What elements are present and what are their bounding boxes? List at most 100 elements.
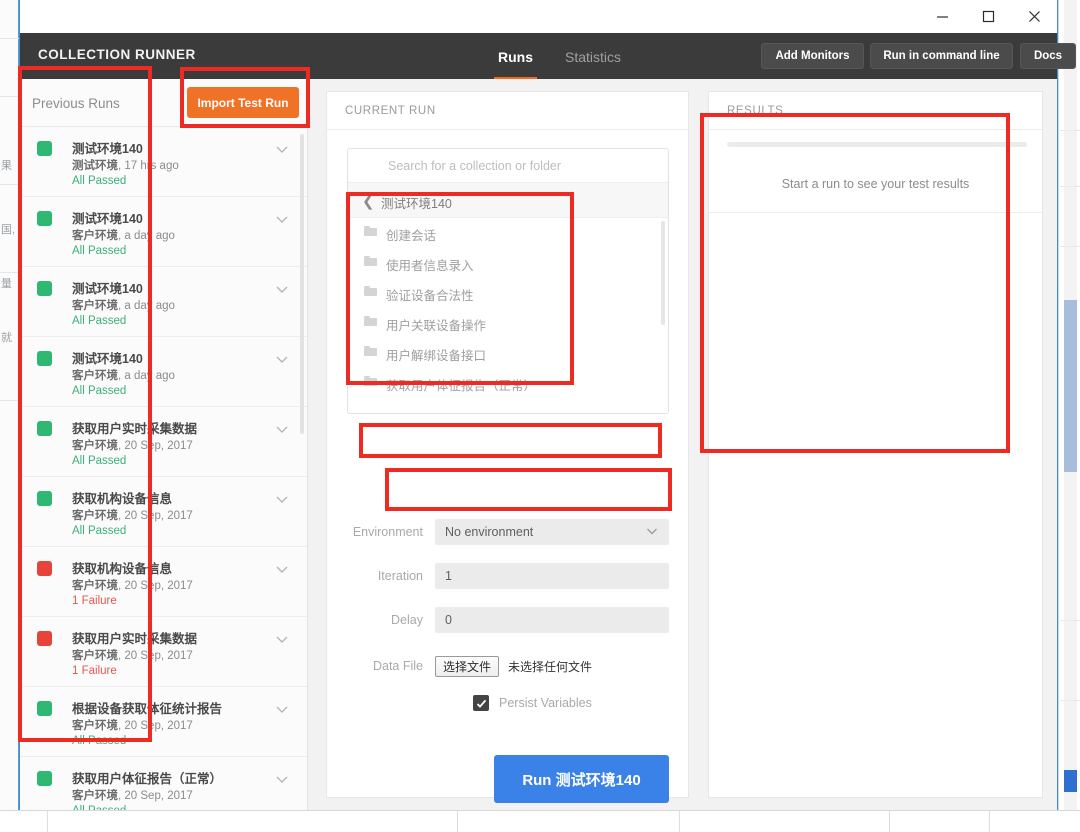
run-meta: 客户环境, a day ago [72, 367, 175, 383]
list-item[interactable]: 测试环境140客户环境, a day agoAll Passed [20, 267, 308, 337]
list-item[interactable]: 获取用户实时采集数据客户环境, 20 Sep, 2017All Passed [20, 407, 308, 477]
previous-runs-list[interactable]: 测试环境140测试环境, 17 hrs agoAll Passed测试环境140… [20, 127, 308, 810]
list-item[interactable]: 测试环境140客户环境, a day agoAll Passed [20, 197, 308, 267]
chevron-down-icon[interactable] [274, 281, 290, 302]
run-name: 测试环境140 [72, 138, 143, 157]
list-item[interactable]: 测试环境140测试环境, 17 hrs agoAll Passed [20, 127, 308, 197]
chevron-down-icon[interactable] [274, 771, 290, 792]
folder-row[interactable]: 创建会话 [348, 218, 668, 248]
search-input[interactable] [348, 149, 668, 183]
run-environment: 客户环境 [72, 790, 118, 802]
tab-runs[interactable]: Runs [498, 49, 533, 65]
folder-icon [364, 256, 377, 266]
run-status: All Passed [72, 735, 126, 747]
run-meta: 客户环境, 20 Sep, 2017 [72, 717, 193, 733]
run-status: All Passed [72, 315, 126, 327]
list-item[interactable]: 获取机构设备信息客户环境, 20 Sep, 20171 Failure [20, 547, 308, 617]
status-badge-pass [37, 211, 52, 226]
choose-file-button[interactable]: 选择文件 [435, 656, 499, 677]
background-bottom-strip [0, 810, 1080, 831]
chevron-down-icon[interactable] [274, 421, 290, 442]
results-header: RESULTS [709, 92, 1042, 130]
run-name: 获取机构设备信息 [72, 558, 172, 577]
status-badge-pass [37, 281, 52, 296]
folder-icon [364, 286, 377, 296]
run-meta: 客户环境, 20 Sep, 2017 [72, 647, 193, 663]
chevron-down-icon[interactable] [274, 701, 290, 722]
background-scrollbar-thumb[interactable] [1064, 300, 1077, 472]
results-label: RESULTS [727, 105, 783, 117]
iteration-input[interactable]: 1 [435, 563, 669, 589]
docs-button[interactable]: Docs [1020, 43, 1076, 69]
list-item[interactable]: 根据设备获取体征统计报告客户环境, 20 Sep, 2017 All Passed [20, 687, 308, 757]
delay-input[interactable]: 0 [435, 607, 669, 633]
run-environment: 客户环境 [72, 300, 118, 312]
status-badge-fail [37, 561, 52, 576]
data-file-row: Data File 选择文件 未选择任何文件 [347, 654, 669, 678]
app-body: Previous Runs Import Test Run 测试环境140测试环… [20, 79, 1057, 810]
folder-label: 获取用户体征报告（正常） [386, 375, 536, 394]
folder-label: 创建会话 [386, 225, 436, 244]
chevron-down-icon[interactable] [274, 211, 290, 232]
list-item[interactable]: 获取用户体征报告（正常）客户环境, 20 Sep, 2017 All Passed [20, 757, 308, 810]
chevron-down-icon[interactable] [274, 631, 290, 652]
folder-row[interactable]: 使用者信息录入 [348, 248, 668, 278]
environment-select[interactable]: No environment [435, 519, 669, 545]
chevron-down-icon[interactable] [274, 351, 290, 372]
run-environment: 客户环境 [72, 650, 118, 662]
status-badge-pass [37, 351, 52, 366]
run-status: All Passed [72, 455, 126, 467]
run-name: 获取用户体征报告（正常） [72, 768, 222, 787]
collection-folder-list[interactable]: 创建会话使用者信息录入验证设备合法性用户关联设备操作用户解绑设备接口获取用户体征… [348, 218, 668, 413]
run-name: 测试环境140 [72, 278, 143, 297]
environment-value: No environment [445, 525, 533, 539]
run-meta: 客户环境, 20 Sep, 2017 [72, 787, 193, 803]
list-item[interactable]: 测试环境140客户环境, a day agoAll Passed [20, 337, 308, 407]
list-item[interactable]: 获取机构设备信息客户环境, 20 Sep, 2017All Passed [20, 477, 308, 547]
run-environment: 客户环境 [72, 720, 118, 732]
chevron-down-icon[interactable] [274, 141, 290, 162]
list-item[interactable]: 获取用户实时采集数据客户环境, 20 Sep, 20171 Failure [20, 617, 308, 687]
window-titlebar [20, 0, 1057, 33]
persist-variables-label: Persist Variables [499, 696, 592, 710]
chevron-down-icon [645, 524, 659, 541]
folder-icon [364, 226, 377, 236]
results-empty-message: Start a run to see your test results [709, 177, 1042, 191]
run-collection-button[interactable]: Run 测试环境140 [494, 755, 669, 803]
background-glyph: 就 [1, 332, 17, 344]
persist-variables-checkbox[interactable] [473, 695, 489, 711]
run-status: All Passed [72, 805, 126, 810]
maximize-icon[interactable] [965, 0, 1011, 33]
background-glyph: 量 [1, 278, 17, 290]
delay-label: Delay [347, 613, 435, 627]
environment-label: Environment [347, 525, 435, 539]
run-name: 测试环境140 [72, 208, 143, 227]
run-environment: 客户环境 [72, 370, 118, 382]
folder-icon [364, 376, 377, 386]
status-badge-pass [37, 771, 52, 786]
folder-row[interactable]: 用户关联设备操作 [348, 308, 668, 338]
status-badge-pass [37, 141, 52, 156]
folder-row[interactable]: 验证设备合法性 [348, 278, 668, 308]
folder-row[interactable]: 用户解绑设备接口 [348, 338, 668, 368]
picker-scrollbar-thumb[interactable] [661, 221, 665, 325]
chevron-down-icon[interactable] [274, 561, 290, 582]
close-icon[interactable] [1011, 0, 1057, 33]
folder-icon [364, 346, 377, 356]
run-in-command-line-button[interactable]: Run in command line [870, 43, 1013, 69]
folder-row[interactable]: 获取用户体征报告（正常） [348, 368, 668, 398]
tab-statistics[interactable]: Statistics [565, 49, 621, 65]
add-monitors-button[interactable]: Add Monitors [761, 43, 864, 69]
breadcrumb[interactable]: ❮ 测试环境140 [348, 183, 668, 218]
results-placeholder-bar [727, 142, 1027, 147]
run-status: All Passed [72, 245, 126, 257]
run-name: 测试环境140 [72, 348, 143, 367]
chevron-left-icon[interactable]: ❮ [362, 192, 375, 210]
minimize-icon[interactable] [919, 0, 965, 33]
run-name: 根据设备获取体征统计报告 [72, 698, 222, 717]
import-test-run-button[interactable]: Import Test Run [187, 87, 299, 118]
chevron-down-icon[interactable] [274, 491, 290, 512]
sidebar-scrollbar-thumb[interactable] [300, 134, 304, 434]
background-scrollbar-thumb-secondary[interactable] [1064, 770, 1077, 792]
status-badge-pass [37, 421, 52, 436]
